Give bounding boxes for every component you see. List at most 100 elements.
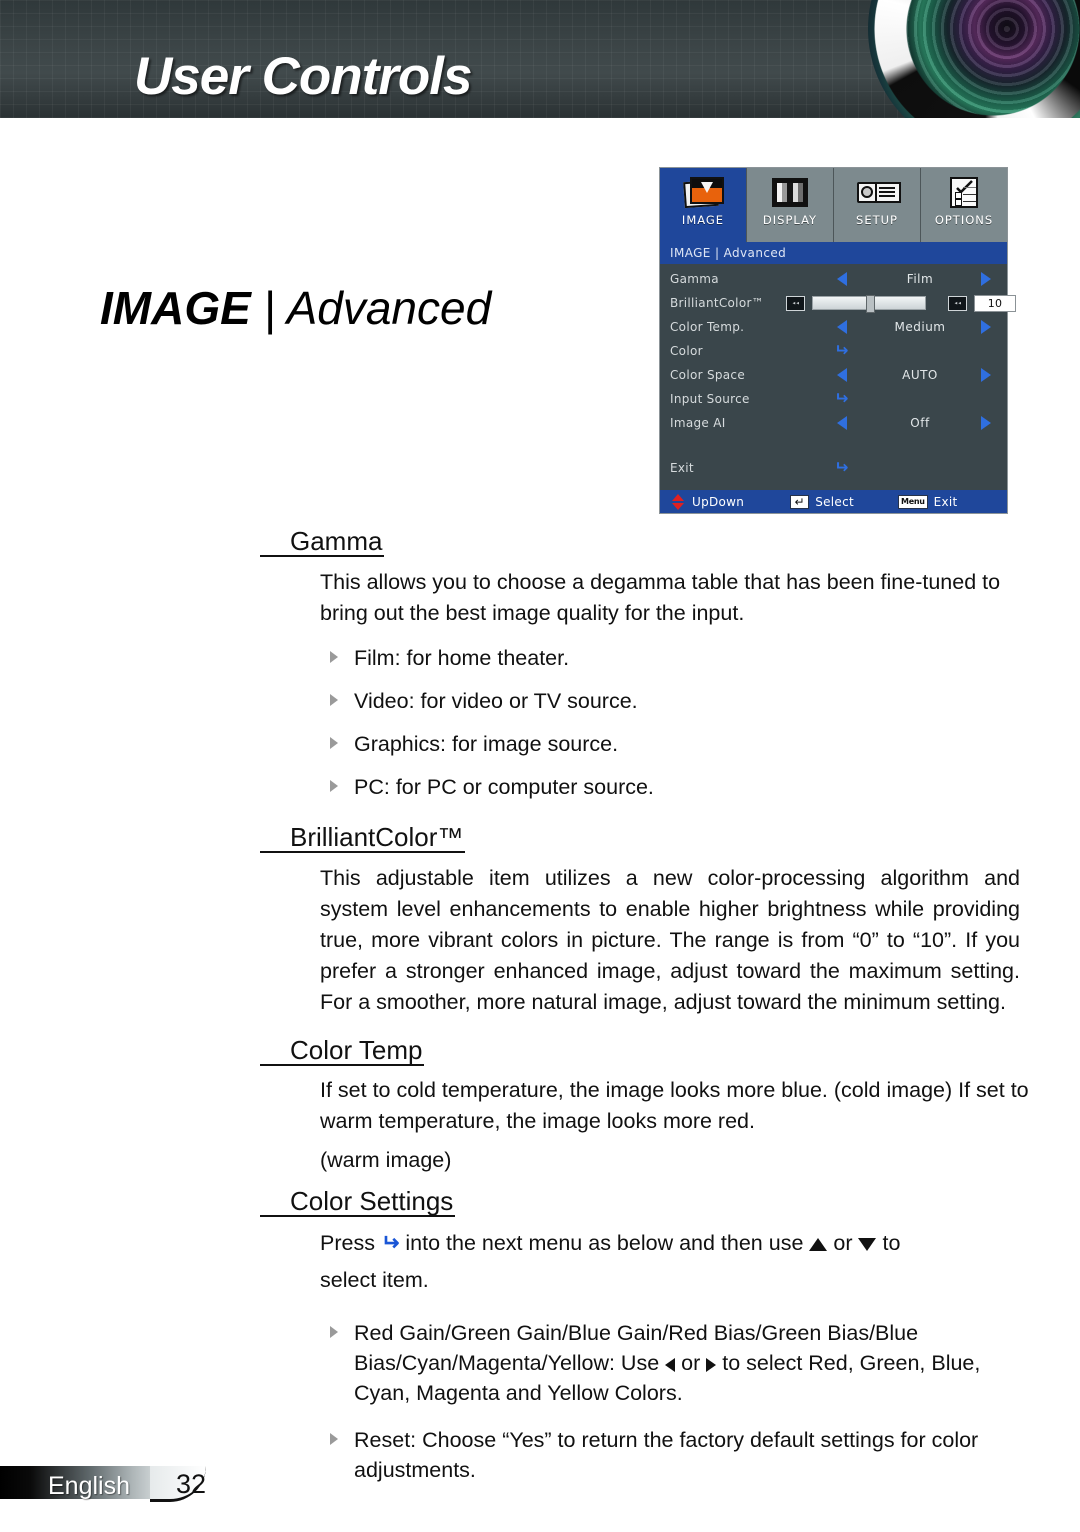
osd-row-value: Film — [906, 272, 934, 286]
osd-row-input-source[interactable]: Input Source ↵ — [660, 387, 1007, 411]
osd-tab-label: OPTIONS — [934, 213, 994, 227]
page-title-rest: | Advanced — [250, 282, 492, 334]
osd-tab-label: SETUP — [856, 213, 898, 227]
osd-tab-label: DISPLAY — [762, 213, 818, 227]
camera-lens-icon — [868, 0, 1080, 118]
press-instruction-line: Press ↵ into the next menu as below and … — [320, 1226, 1020, 1260]
osd-breadcrumb: IMAGE | Advanced — [660, 242, 1007, 264]
osd-tab-setup[interactable]: SETUP — [834, 168, 921, 242]
osd-row-control[interactable]: ↵ — [812, 387, 1007, 411]
plus-key-icon[interactable]: ◂◂ — [948, 295, 967, 311]
osd-status-bar: UpDown ↵ Select Menu Exit — [660, 490, 1007, 513]
list-item-text: Graphics: for image source. — [354, 732, 619, 756]
list-item-text: Video: for video or TV source. — [354, 689, 638, 713]
osd-tab-image[interactable]: IMAGE — [660, 168, 747, 242]
section-heading: Gamma — [259, 526, 385, 557]
osd-row-color[interactable]: Color ↵ — [660, 339, 1007, 363]
osd-row-image-ai[interactable]: Image AI Off — [660, 411, 1007, 435]
osd-row-control[interactable]: ↵ — [812, 456, 1007, 480]
right-arrow-icon[interactable] — [981, 368, 991, 382]
status-select: ↵ Select — [790, 494, 855, 509]
page-title-strong: IMAGE — [100, 282, 251, 334]
osd-row-color-temp[interactable]: Color Temp. Medium — [660, 315, 1007, 339]
bullet-triangle-icon — [330, 780, 338, 792]
osd-row-value: Off — [910, 416, 930, 430]
section-heading: Color Temp — [259, 1035, 425, 1066]
list-item: Red Gain/Green Gain/Blue Gain/Red Bias/G… — [326, 1318, 1006, 1408]
osd-row-label: Color Space — [670, 368, 746, 382]
section-paragraph: This adjustable item utilizes a new colo… — [320, 866, 1020, 1014]
left-arrow-icon[interactable] — [837, 272, 847, 286]
left-arrow-icon[interactable] — [837, 416, 847, 430]
list-item-text: PC: for PC or computer source. — [354, 775, 654, 799]
list-item: PC: for PC or computer source. — [326, 772, 1006, 802]
list-item-or: or — [681, 1351, 701, 1375]
osd-row-spacer — [660, 435, 1007, 456]
osd-row-color-space[interactable]: Color Space AUTO — [660, 363, 1007, 387]
down-triangle-icon — [858, 1238, 877, 1251]
osd-row-control[interactable]: ◂◂ ◂◂ 10 — [764, 291, 1016, 315]
slider-handle[interactable] — [866, 295, 875, 313]
article-body: Gamma This allows you to choose a degamm… — [0, 528, 1080, 1485]
osd-row-gamma[interactable]: Gamma Film — [660, 267, 1007, 291]
color-bullet-list: Red Gain/Green Gain/Blue Gain/Red Bias/G… — [326, 1318, 1006, 1485]
right-arrow-icon[interactable] — [981, 272, 991, 286]
osd-row-control[interactable]: Off — [812, 411, 1007, 435]
osd-row-control[interactable]: Film — [812, 267, 1007, 291]
footer-language-label: English — [48, 1472, 130, 1500]
osd-row-label: Exit — [670, 461, 694, 475]
press-or: or — [833, 1231, 853, 1255]
minus-key-icon[interactable]: ◂◂ — [786, 295, 805, 311]
bullet-triangle-icon — [330, 694, 338, 706]
menu-key-icon: Menu — [898, 494, 928, 509]
bullet-triangle-icon — [330, 737, 338, 749]
right-arrow-icon[interactable] — [981, 320, 991, 334]
section-paragraph: This allows you to choose a degamma tabl… — [320, 570, 1001, 625]
osd-row-brilliantcolor[interactable]: BrilliantColor™ ◂◂ ◂◂ 10 — [660, 291, 1016, 315]
left-arrow-icon[interactable] — [837, 368, 847, 382]
osd-tab-label: IMAGE — [681, 213, 725, 227]
osd-row-list: Gamma Film BrilliantColor™ ◂◂ ◂◂ 10 Colo… — [660, 264, 1016, 480]
osd-tab-display[interactable]: DISPLAY — [747, 168, 834, 242]
osd-row-label: Color Temp. — [670, 320, 745, 334]
press-middle: into the next menu as below and then use — [405, 1231, 804, 1255]
osd-tab-options[interactable]: OPTIONS — [921, 168, 1007, 242]
section-brilliantcolor: BrilliantColor™ — [0, 824, 1080, 853]
status-label: UpDown — [692, 494, 745, 509]
status-label: Exit — [933, 494, 958, 509]
enter-key-icon: ↵ — [790, 494, 810, 509]
bullet-triangle-icon — [330, 1326, 338, 1338]
press-instruction-line-2: select item. — [320, 1268, 429, 1292]
checklist-icon — [941, 172, 987, 212]
header-title: User Controls — [134, 47, 472, 106]
status-label: Select — [815, 494, 855, 509]
section-color-temp: Color Temp — [0, 1037, 1080, 1066]
osd-row-label: Input Source — [670, 392, 750, 406]
enter-key-icon[interactable]: ↵ — [834, 341, 849, 361]
osd-row-control[interactable]: AUTO — [812, 363, 1007, 387]
right-arrow-icon[interactable] — [981, 416, 991, 430]
brilliantcolor-value: 10 — [974, 294, 1016, 312]
page-footer: English 32 — [0, 1460, 340, 1506]
section-heading: BrilliantColor™ — [259, 822, 466, 853]
section-paragraph: If set to cold temperature, the image lo… — [320, 1078, 1029, 1133]
osd-row-label: Color — [670, 344, 703, 358]
brilliantcolor-slider[interactable] — [812, 295, 926, 313]
enter-key-icon[interactable]: ↵ — [834, 389, 849, 409]
osd-tab-bar: IMAGE DISPLAY SETUP OPTIONS — [660, 168, 1007, 242]
section-heading: Color Settings — [259, 1186, 456, 1217]
enter-key-icon[interactable]: ↵ — [834, 458, 849, 478]
gamma-bullet-list: Film: for home theater. Video: for video… — [326, 643, 1006, 802]
bullet-triangle-icon — [330, 1433, 338, 1445]
list-item: Graphics: for image source. — [326, 729, 1006, 759]
status-exit: Menu Exit — [898, 494, 958, 509]
image-photo-icon — [680, 172, 726, 212]
page-number: 32 — [176, 1469, 207, 1499]
press-after: to — [882, 1231, 901, 1255]
osd-row-control[interactable]: ↵ — [812, 339, 1007, 363]
list-item: Reset: Choose “Yes” to return the factor… — [326, 1425, 1006, 1485]
bullet-triangle-icon — [330, 651, 338, 663]
osd-row-control[interactable]: Medium — [812, 315, 1007, 339]
osd-row-exit[interactable]: Exit ↵ — [660, 456, 1007, 480]
left-arrow-icon[interactable] — [837, 320, 847, 334]
